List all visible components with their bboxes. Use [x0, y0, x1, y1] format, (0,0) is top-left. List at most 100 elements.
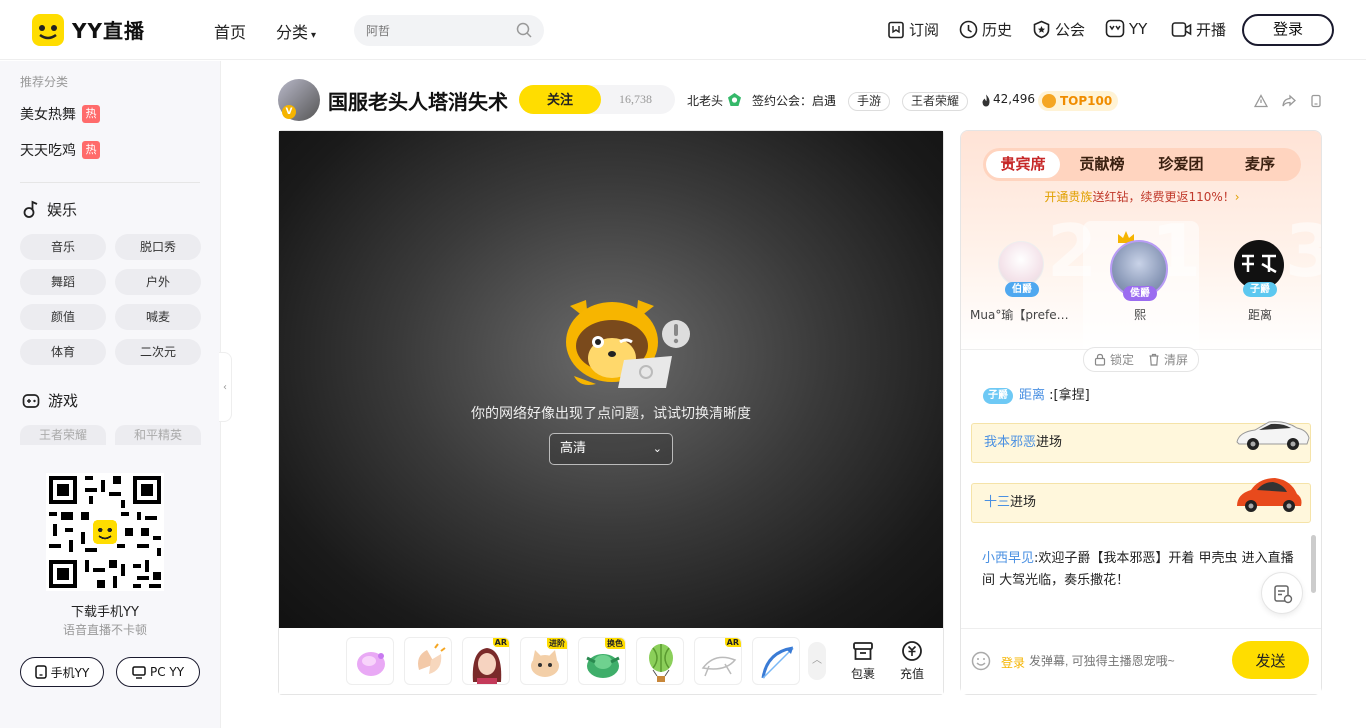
chat-username[interactable]: 小西早见 — [982, 551, 1034, 566]
gift-item-balloon[interactable] — [636, 637, 684, 685]
pill-mc[interactable]: 喊麦 — [115, 304, 201, 330]
chat-username[interactable]: 距离 — [1019, 388, 1045, 403]
entry-username[interactable]: 十三 — [984, 495, 1010, 510]
gift-item-dragon[interactable]: 换色 — [578, 637, 626, 685]
sidebar-item-dance[interactable]: 美女热舞热 — [20, 104, 100, 124]
recommend-title: 推荐分类 — [20, 75, 69, 89]
tag-mobile-game[interactable]: 手游 — [848, 92, 891, 111]
pill-talkshow[interactable]: 脱口秀 — [115, 234, 201, 260]
gift-item-girl-ar[interactable]: AR — [462, 637, 510, 685]
tab-vip-seats[interactable]: 贵宾席 — [986, 151, 1060, 178]
pill-honor-of-kings[interactable]: 王者荣耀 — [20, 425, 106, 445]
pill-outdoor[interactable]: 户外 — [115, 269, 201, 295]
tag-honor-of-kings[interactable]: 王者荣耀 — [902, 92, 969, 111]
login-button[interactable]: 登录 — [1242, 14, 1334, 46]
gift-item-clap[interactable] — [404, 637, 452, 685]
gift-scroll-up-button[interactable]: ︿ — [808, 642, 826, 680]
mobile-phone-icon — [34, 665, 47, 679]
seat-name-1[interactable]: 熙 — [1100, 306, 1180, 323]
rank-badge-marquis: 侯爵 — [1123, 286, 1157, 301]
quality-select[interactable]: 高清 ⌄ — [549, 433, 673, 465]
clear-screen-button[interactable]: 清屏 — [1148, 351, 1188, 368]
gift-item-cat[interactable]: 进阶 — [520, 637, 568, 685]
gift-item-bow[interactable] — [752, 637, 800, 685]
tab-fan-club[interactable]: 珍爱团 — [1144, 151, 1218, 178]
welcome-message: 小西早见:欢迎子爵【我本邪恶】开着 甲壳虫 进入直播间 大驾光临，奏乐撒花！ — [982, 548, 1306, 592]
input-login-link[interactable]: 登录 — [1001, 654, 1025, 671]
network-error-message: 你的网络好像出现了点问题，试试切换清晰度 — [471, 406, 751, 422]
white-sports-car-icon — [1236, 421, 1310, 450]
bag-button[interactable]: 包裹 — [845, 640, 881, 682]
mobile-yy-button[interactable]: 手机YY — [20, 657, 104, 687]
tab-mic-order[interactable]: 麦序 — [1223, 151, 1297, 178]
broadcast-link[interactable]: 开播 — [1171, 19, 1226, 40]
guild-link[interactable]: 公会 — [1032, 19, 1085, 40]
pill-music[interactable]: 音乐 — [20, 234, 106, 260]
logo-text[interactable]: YY直播 — [72, 15, 145, 44]
bag-icon — [853, 642, 873, 660]
pc-yy-label: PC YY — [149, 665, 185, 679]
host-avatar[interactable]: V — [278, 79, 320, 121]
trash-icon — [1149, 353, 1159, 366]
emoji-smile-icon[interactable] — [971, 651, 991, 671]
game-title: 游戏 — [48, 392, 79, 410]
report-warning-icon[interactable] — [1254, 94, 1268, 108]
clear-label: 清屏 — [1164, 353, 1189, 367]
follow-button[interactable]: 关注 — [519, 85, 601, 114]
seat-avatar-2[interactable] — [998, 241, 1044, 287]
sidebar-item-pubg[interactable]: 天天吃鸡热 — [20, 140, 100, 160]
share-icon[interactable] — [1282, 94, 1296, 108]
monitor-icon — [132, 665, 146, 679]
follow-group: 关注 16,738 — [519, 85, 675, 114]
guild-badge-icon — [1033, 20, 1050, 39]
nav-category-label: 分类 — [276, 23, 309, 42]
gift-item-sketch-ar[interactable]: AR — [694, 637, 742, 685]
entry-username[interactable]: 我本邪恶 — [984, 435, 1036, 450]
gift-badge: AR — [492, 638, 509, 647]
pill-peace-elite[interactable]: 和平精英 — [115, 425, 201, 445]
message-settings-icon — [1274, 585, 1293, 604]
chevron-right-icon: › — [1234, 190, 1240, 204]
search-icon[interactable] — [516, 22, 532, 38]
yy-logo-icon[interactable] — [32, 14, 64, 46]
pill-anime[interactable]: 二次元 — [115, 339, 201, 365]
history-link[interactable]: 历史 — [959, 19, 1012, 40]
calligraphy-avatar-icon — [1242, 254, 1277, 274]
chat-filter-button[interactable] — [1261, 572, 1303, 614]
search-input[interactable] — [366, 21, 506, 40]
pill-looks[interactable]: 颜值 — [20, 304, 106, 330]
seat-name-3[interactable]: 距离 — [1220, 306, 1300, 323]
level-gem-icon — [728, 93, 741, 106]
video-camera-icon — [1171, 22, 1192, 37]
nobility-promo[interactable]: 开通贵族送红钻，续费更返110%！› — [961, 188, 1321, 205]
top-header: YY直播 首页 分类▾ 订阅 历史 公会 YY 开播 登录 — [0, 0, 1366, 60]
lock-button[interactable]: 锁定 — [1094, 351, 1134, 368]
tab-contribution[interactable]: 贡献榜 — [1065, 151, 1139, 178]
nav-category-dropdown[interactable]: 分类 ▾ — [276, 19, 316, 43]
sidebar-item-label: 美女热舞 — [20, 107, 76, 123]
panel-tabs: 贵宾席 贡献榜 珍爱团 麦序 — [983, 148, 1301, 181]
gift-item-crystal[interactable] — [346, 637, 394, 685]
send-button[interactable]: 发送 — [1232, 641, 1309, 679]
chevron-left-icon: ‹ — [223, 381, 227, 393]
top100-badge[interactable]: TOP100 — [1038, 91, 1119, 111]
pill-dance[interactable]: 舞蹈 — [20, 269, 106, 295]
host-name[interactable]: 北老头 — [687, 92, 723, 109]
yy-link[interactable]: YY — [1105, 19, 1147, 38]
recharge-button[interactable]: 充值 — [894, 640, 930, 682]
seat-name-2[interactable]: Mua°瑜【prefere… — [970, 306, 1070, 323]
sidebar-collapse-handle[interactable]: ‹ — [219, 352, 232, 422]
guild-info[interactable]: 签约公会：启遇 — [752, 92, 836, 109]
music-note-icon — [23, 200, 38, 218]
bow-arrow-gift-icon — [761, 646, 794, 679]
nav-home-link[interactable]: 首页 — [214, 19, 246, 43]
chat-scrollbar[interactable] — [1311, 535, 1316, 593]
pc-yy-button[interactable]: PC YY — [116, 657, 200, 687]
pill-sports[interactable]: 体育 — [20, 339, 106, 365]
danmaku-input[interactable] — [1029, 652, 1224, 670]
qr-code — [46, 473, 164, 591]
mobile-yy-label: 手机YY — [50, 665, 90, 680]
clapping-hands-icon — [418, 643, 446, 674]
phone-watch-icon[interactable] — [1309, 94, 1323, 108]
subscribe-link[interactable]: 订阅 — [887, 19, 939, 40]
